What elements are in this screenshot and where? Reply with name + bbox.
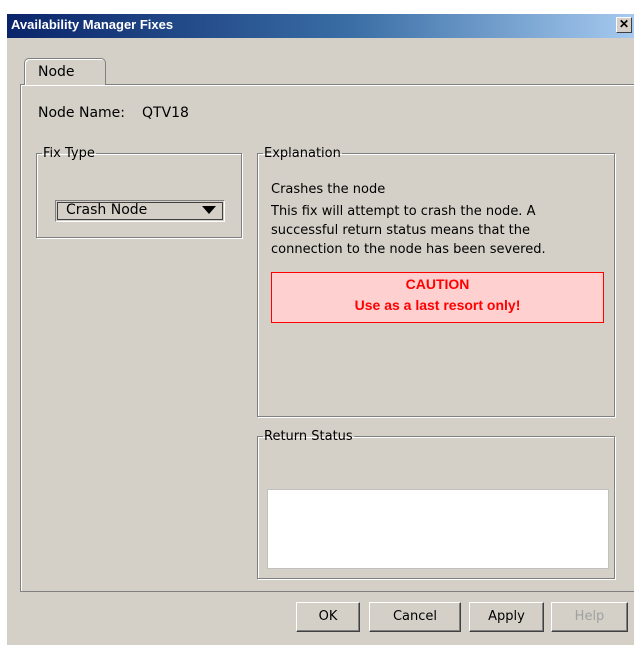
dialog-client-area: Node Node Name: QTV18 Fix Type Crash Nod… [7, 38, 634, 645]
apply-button[interactable]: Apply [469, 602, 544, 632]
explanation-group: Explanation Crashes the node This fix wi… [257, 146, 615, 417]
caution-title: CAUTION [405, 276, 470, 292]
ok-button[interactable]: OK [296, 602, 360, 632]
fix-type-legend: Fix Type [43, 146, 95, 161]
title-bar[interactable]: Availability Manager Fixes ✕ [7, 14, 634, 38]
tab-node[interactable]: Node [24, 58, 106, 85]
tab-node-label: Node [38, 64, 75, 80]
explanation-legend: Explanation [264, 146, 341, 161]
return-status-group: Return Status [257, 429, 615, 579]
cancel-button[interactable]: Cancel [369, 602, 461, 632]
caution-message: Use as a last resort only! [354, 297, 521, 313]
window-title: Availability Manager Fixes [11, 17, 174, 32]
help-button: Help [551, 602, 628, 632]
fix-type-selected: Crash Node [66, 202, 148, 218]
explanation-title: Crashes the node [271, 182, 386, 197]
caution-box: CAUTION Use as a last resort only! [271, 272, 604, 323]
fix-type-group: Fix Type Crash Node [36, 146, 242, 238]
return-status-output[interactable] [267, 489, 609, 569]
node-name-label: Node Name: [38, 105, 126, 121]
explanation-body: This fix will attempt to crash the node.… [271, 204, 546, 257]
dialog-window: Availability Manager Fixes ✕ Node Node N… [0, 0, 634, 645]
chevron-down-icon[interactable] [202, 206, 216, 214]
return-status-legend: Return Status [264, 429, 353, 444]
close-icon[interactable]: ✕ [616, 17, 632, 33]
node-name-value: QTV18 [142, 105, 189, 121]
fix-type-dropdown[interactable]: Crash Node [55, 200, 225, 222]
